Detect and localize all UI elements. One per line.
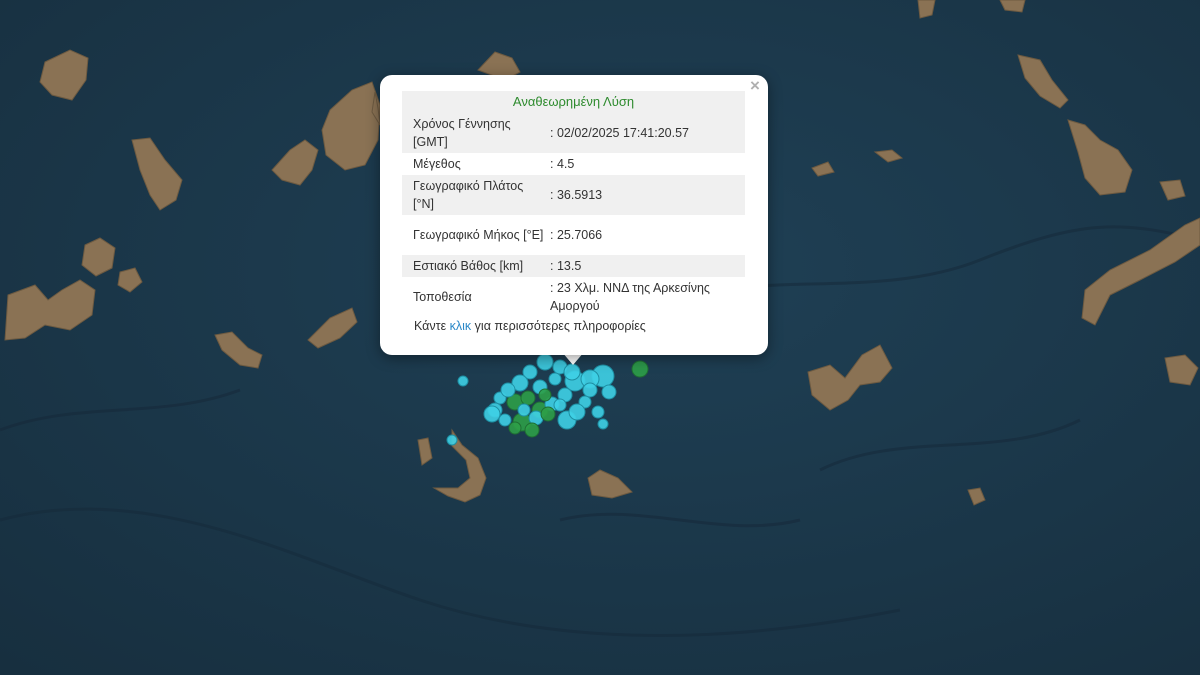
earthquake-info-table: Χρόνος Γέννησης [GMT] : 02/02/2025 17:41…	[402, 113, 745, 317]
info-label: Γεωγραφικό Πλάτος [°N]	[402, 175, 550, 215]
info-value: : 25.7066	[550, 228, 603, 242]
earthquake-marker[interactable]	[457, 375, 469, 387]
info-row-latitude: Γεωγραφικό Πλάτος [°N] : 36.5913	[402, 175, 745, 215]
info-row-location: Τοποθεσία : 23 Χλμ. ΝΝΔ της Αρκεσίνης Αμ…	[402, 277, 745, 317]
info-value: : 02/02/2025 17:41:20.57	[550, 113, 745, 153]
earthquake-marker[interactable]	[591, 405, 605, 419]
earthquake-marker[interactable]	[446, 434, 458, 446]
more-info-text: Κάντε κλικ για περισσότερες πληροφορίες	[414, 319, 646, 333]
earthquake-popup: × Αναθεωρημένη Λύση Χρόνος Γέννησης [GMT…	[380, 75, 768, 355]
info-row-longitude: Γεωγραφικό Μήκος [°E] : 25.7066	[402, 215, 745, 255]
earthquake-marker[interactable]	[498, 413, 512, 427]
info-row-magnitude: Μέγεθος : 4.5	[402, 153, 745, 175]
info-label: Μέγεθος	[413, 157, 461, 171]
info-value: : 13.5	[550, 255, 745, 277]
more-info-prefix: Κάντε	[414, 319, 447, 333]
earthquake-marker[interactable]	[568, 403, 586, 421]
info-label: Χρόνος Γέννησης [GMT]	[402, 113, 550, 153]
earthquake-marker[interactable]	[524, 422, 540, 438]
earthquake-marker[interactable]	[597, 418, 609, 430]
popup-title: Αναθεωρημένη Λύση	[402, 91, 745, 113]
more-info-suffix: για περισσότερες πληροφορίες	[474, 319, 646, 333]
earthquake-marker[interactable]	[601, 384, 617, 400]
info-value: : 4.5	[550, 157, 575, 171]
earthquake-marker[interactable]	[508, 421, 522, 435]
earthquake-marker[interactable]	[517, 403, 531, 417]
more-info-link[interactable]: κλικ	[450, 319, 472, 333]
earthquake-marker[interactable]	[538, 388, 552, 402]
earthquake-marker[interactable]	[536, 353, 554, 371]
earthquake-marker[interactable]	[500, 382, 516, 398]
info-value: : 36.5913	[550, 175, 745, 215]
info-label: Εστιακό Βάθος [km]	[402, 255, 550, 277]
info-value: : 23 Χλμ. ΝΝΔ της Αρκεσίνης Αμοργού	[550, 281, 710, 313]
info-label: Τοποθεσία	[413, 290, 472, 304]
close-icon[interactable]: ×	[748, 77, 762, 94]
earthquake-marker[interactable]	[582, 382, 598, 398]
earthquake-marker[interactable]	[548, 372, 562, 386]
earthquake-marker[interactable]	[520, 390, 536, 406]
info-row-origin-time: Χρόνος Γέννησης [GMT] : 02/02/2025 17:41…	[402, 113, 745, 153]
earthquake-marker[interactable]	[631, 360, 649, 378]
info-label: Γεωγραφικό Μήκος [°E]	[413, 228, 544, 242]
earthquake-marker[interactable]	[563, 363, 581, 381]
earthquake-marker[interactable]	[553, 398, 567, 412]
earthquake-marker[interactable]	[540, 406, 556, 422]
info-row-depth: Εστιακό Βάθος [km] : 13.5	[402, 255, 745, 277]
earthquake-marker[interactable]	[483, 405, 501, 423]
